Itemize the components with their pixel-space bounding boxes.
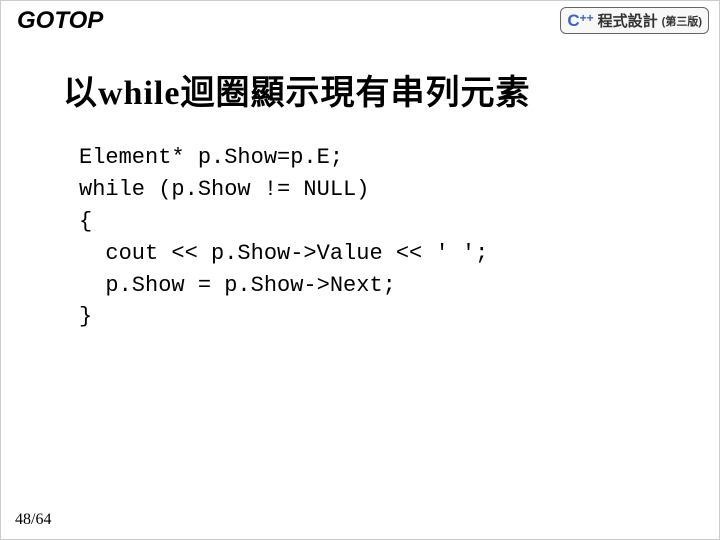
cpp-letter: C <box>567 11 579 31</box>
code-block: Element* p.Show=p.E; while (p.Show != NU… <box>1 114 719 333</box>
book-edition-text: (第三版) <box>662 13 702 29</box>
slide-title: 以while迴圈顯示現有串列元素 <box>1 45 719 114</box>
code-line-5: p.Show = p.Show->Next; <box>79 273 396 298</box>
code-line-2: while (p.Show != NULL) <box>79 177 369 202</box>
book-badge: C++ 程式設計 (第三版) <box>560 7 709 34</box>
code-line-6: } <box>79 304 92 329</box>
publisher-logo: GOTOP <box>17 7 103 35</box>
header-bar: GOTOP C++ 程式設計 (第三版) <box>1 1 719 45</box>
code-line-3: { <box>79 209 92 234</box>
code-line-1: Element* p.Show=p.E; <box>79 145 343 170</box>
code-line-4: cout << p.Show->Value << ' '; <box>79 241 488 266</box>
cpp-plus: ++ <box>580 11 594 25</box>
page-number: 48/64 <box>15 511 51 529</box>
book-title-text: 程式設計 <box>598 10 658 31</box>
cpp-logo: C++ <box>567 11 593 31</box>
